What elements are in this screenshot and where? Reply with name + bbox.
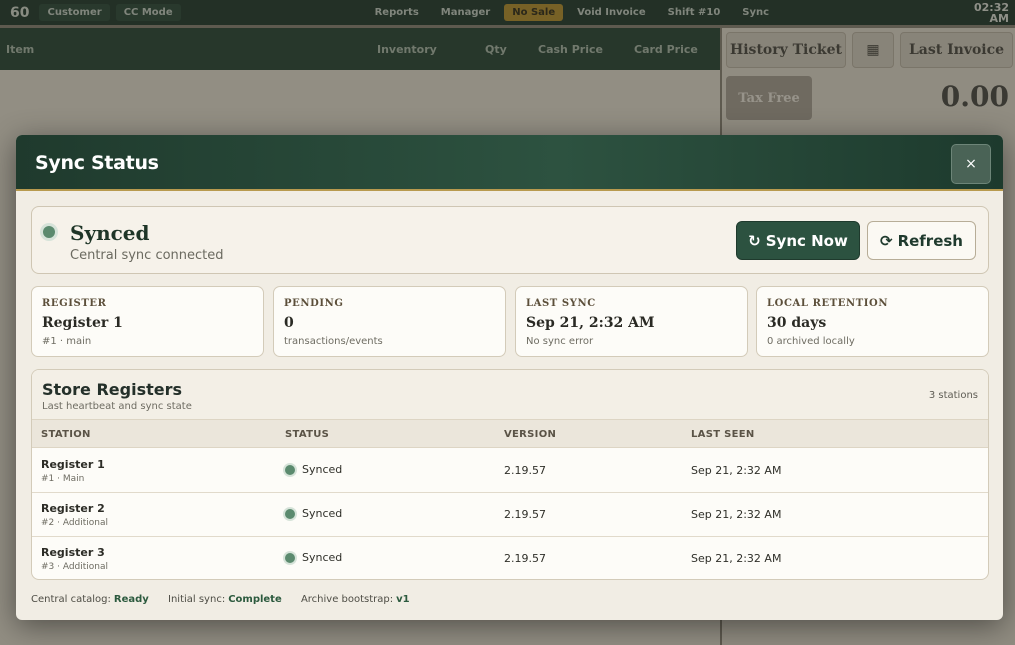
- card-label: REGISTER: [42, 298, 107, 309]
- card-subtext: 0 archived locally: [767, 336, 855, 347]
- modal-title: Sync Status: [35, 152, 159, 174]
- station-version: 2.19.57: [504, 508, 546, 521]
- card-value: 30 days: [767, 315, 827, 331]
- th-version: VERSION: [504, 429, 557, 440]
- initial-sync-label: Initial sync:: [168, 594, 226, 605]
- registers-subtitle: Last heartbeat and sync state: [42, 401, 192, 412]
- station-name: Register 2: [41, 502, 105, 515]
- store-registers-panel: Store Registers Last heartbeat and sync …: [31, 369, 989, 580]
- sync-state-subtitle: Central sync connected: [70, 248, 224, 263]
- close-button[interactable]: ×: [951, 144, 991, 184]
- card-label: LOCAL RETENTION: [767, 298, 889, 309]
- status-dot-icon: [43, 226, 55, 238]
- refresh-label: Refresh: [897, 231, 963, 250]
- catalog-label: Central catalog:: [31, 594, 111, 605]
- sync-footer: Central catalog: Ready Initial sync: Compl…: [31, 594, 426, 605]
- card-value: 0: [284, 315, 294, 331]
- table-row[interactable]: Register 3 #3 · Additional Synced 2.19.5…: [32, 536, 988, 579]
- card-value: Register 1: [42, 315, 123, 331]
- station-last-seen: Sep 21, 2:32 AM: [691, 508, 782, 521]
- status-text: Synced: [302, 551, 343, 564]
- card-subtext: transactions/events: [284, 336, 383, 347]
- last-sync-card: LAST SYNC Sep 21, 2:32 AM No sync error: [515, 286, 748, 357]
- summary-cards: REGISTER Register 1 #1 · main PENDING 0 …: [31, 286, 989, 357]
- th-last-seen: LAST SEEN: [691, 429, 755, 440]
- table-row[interactable]: Register 1 #1 · Main Synced 2.19.57 Sep …: [32, 448, 988, 493]
- status-dot-icon: [285, 508, 295, 519]
- card-subtext: #1 · main: [42, 336, 92, 347]
- station-status: Synced: [285, 551, 342, 564]
- registers-title: Store Registers: [42, 380, 183, 399]
- station-last-seen: Sep 21, 2:32 AM: [691, 464, 782, 477]
- station-sub: #1 · Main: [41, 474, 85, 484]
- card-label: LAST SYNC: [526, 298, 596, 309]
- station-sub: #3 · Additional: [41, 562, 109, 572]
- table-row[interactable]: Register 2 #2 · Additional Synced 2.19.5…: [32, 492, 988, 537]
- station-name: Register 1: [41, 458, 105, 471]
- local-retention-card: LOCAL RETENTION 30 days 0 archived local…: [756, 286, 989, 357]
- card-subtext: No sync error: [526, 336, 594, 347]
- archive-value: v1: [396, 594, 410, 605]
- status-text: Synced: [302, 463, 343, 476]
- refresh-button[interactable]: ⟳ Refresh: [867, 221, 976, 260]
- sync-now-label: Sync Now: [765, 231, 848, 250]
- sync-state-title: Synced: [70, 221, 150, 245]
- station-last-seen: Sep 21, 2:32 AM: [691, 552, 782, 565]
- station-name: Register 3: [41, 546, 105, 559]
- pending-card: PENDING 0 transactions/events: [273, 286, 506, 357]
- status-dot-icon: [285, 464, 295, 475]
- sync-status-modal: Sync Status × Synced Central sync connec…: [16, 135, 1003, 620]
- station-count: 3 stations: [928, 390, 978, 401]
- station-version: 2.19.57: [504, 552, 546, 565]
- station-sub: #2 · Additional: [41, 518, 109, 528]
- th-station: STATION: [41, 429, 91, 440]
- sync-icon: ↻: [748, 231, 761, 250]
- refresh-icon: ⟳: [879, 231, 893, 250]
- th-status: STATUS: [285, 429, 330, 440]
- initial-sync-value: Complete: [228, 594, 282, 605]
- catalog-value: Ready: [113, 594, 149, 605]
- sync-status-card: Synced Central sync connected ↻ Sync Now…: [31, 206, 989, 274]
- station-version: 2.19.57: [504, 464, 546, 477]
- card-label: PENDING: [284, 298, 344, 309]
- status-text: Synced: [302, 507, 343, 520]
- modal-header: Sync Status ×: [16, 135, 1003, 191]
- card-value: Sep 21, 2:32 AM: [526, 315, 655, 331]
- archive-label: Archive bootstrap:: [300, 594, 394, 605]
- registers-table-header: STATION STATUS VERSION LAST SEEN: [32, 420, 988, 448]
- registers-header: Store Registers Last heartbeat and sync …: [32, 370, 988, 420]
- sync-now-button[interactable]: ↻ Sync Now: [736, 221, 860, 260]
- register-card: REGISTER Register 1 #1 · main: [31, 286, 264, 357]
- status-dot-icon: [285, 552, 295, 563]
- station-status: Synced: [285, 507, 342, 520]
- station-status: Synced: [285, 463, 342, 476]
